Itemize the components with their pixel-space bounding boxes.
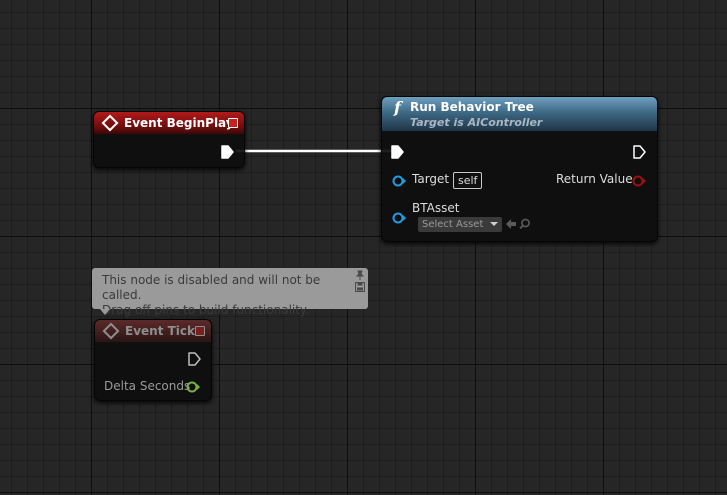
btasset-pin-label: BTAsset: [412, 201, 460, 215]
delta-seconds-float-pin-icon[interactable]: [186, 380, 202, 394]
return-value-pin-icon[interactable]: [632, 174, 648, 188]
tooltip-arrow: [100, 309, 110, 315]
tooltip-line-2: Drag off pins to build functionality.: [102, 303, 310, 317]
select-asset-dropdown[interactable]: Select Asset: [418, 217, 502, 232]
event-beginplay-header[interactable]: Event BeginPlay: [94, 112, 244, 134]
target-self-value[interactable]: self: [453, 172, 483, 189]
run-behavior-tree-title: Run Behavior Tree: [410, 100, 534, 114]
event-icon: [101, 114, 119, 132]
event-tick-header[interactable]: Event Tick: [95, 320, 211, 342]
chevron-down-icon: [489, 222, 498, 226]
event-beginplay-node[interactable]: Event BeginPlay: [93, 111, 245, 168]
exec-out-pin-icon[interactable]: [188, 351, 202, 367]
save-icon[interactable]: [355, 282, 365, 292]
select-asset-text: Select Asset: [422, 219, 484, 230]
target-object-pin-icon[interactable]: [392, 174, 408, 188]
btasset-object-pin-icon[interactable]: [392, 211, 408, 225]
exec-wire: [236, 149, 392, 153]
exec-out-pin-icon[interactable]: [221, 144, 235, 160]
run-behavior-tree-header[interactable]: f Run Behavior Tree Target is AIControll…: [382, 97, 657, 131]
tooltip-line-1: This node is disabled and will not be ca…: [102, 273, 321, 302]
exec-out-pin-icon[interactable]: [633, 144, 647, 160]
disabled-node-tooltip: This node is disabled and will not be ca…: [92, 268, 368, 317]
delegate-pin-icon[interactable]: [228, 118, 238, 128]
event-beginplay-title: Event BeginPlay: [124, 116, 234, 130]
use-selected-asset-icon[interactable]: [505, 218, 517, 230]
event-icon: [102, 322, 120, 340]
delta-seconds-label: Delta Seconds: [104, 379, 191, 393]
return-value-label: Return Value: [556, 172, 633, 186]
target-pin-label: Target: [412, 172, 450, 186]
run-behavior-tree-node[interactable]: f Run Behavior Tree Target is AIControll…: [381, 96, 658, 242]
event-tick-title: Event Tick: [125, 324, 196, 338]
run-behavior-tree-subtitle: Target is AIController: [410, 116, 543, 129]
function-icon: f: [394, 98, 401, 117]
event-tick-node[interactable]: Event Tick Delta Seconds: [94, 319, 212, 401]
delegate-pin-icon[interactable]: [195, 326, 205, 336]
exec-in-pin-icon[interactable]: [391, 144, 405, 160]
pin-icon[interactable]: [356, 270, 364, 280]
browse-asset-search-icon[interactable]: [519, 218, 531, 230]
